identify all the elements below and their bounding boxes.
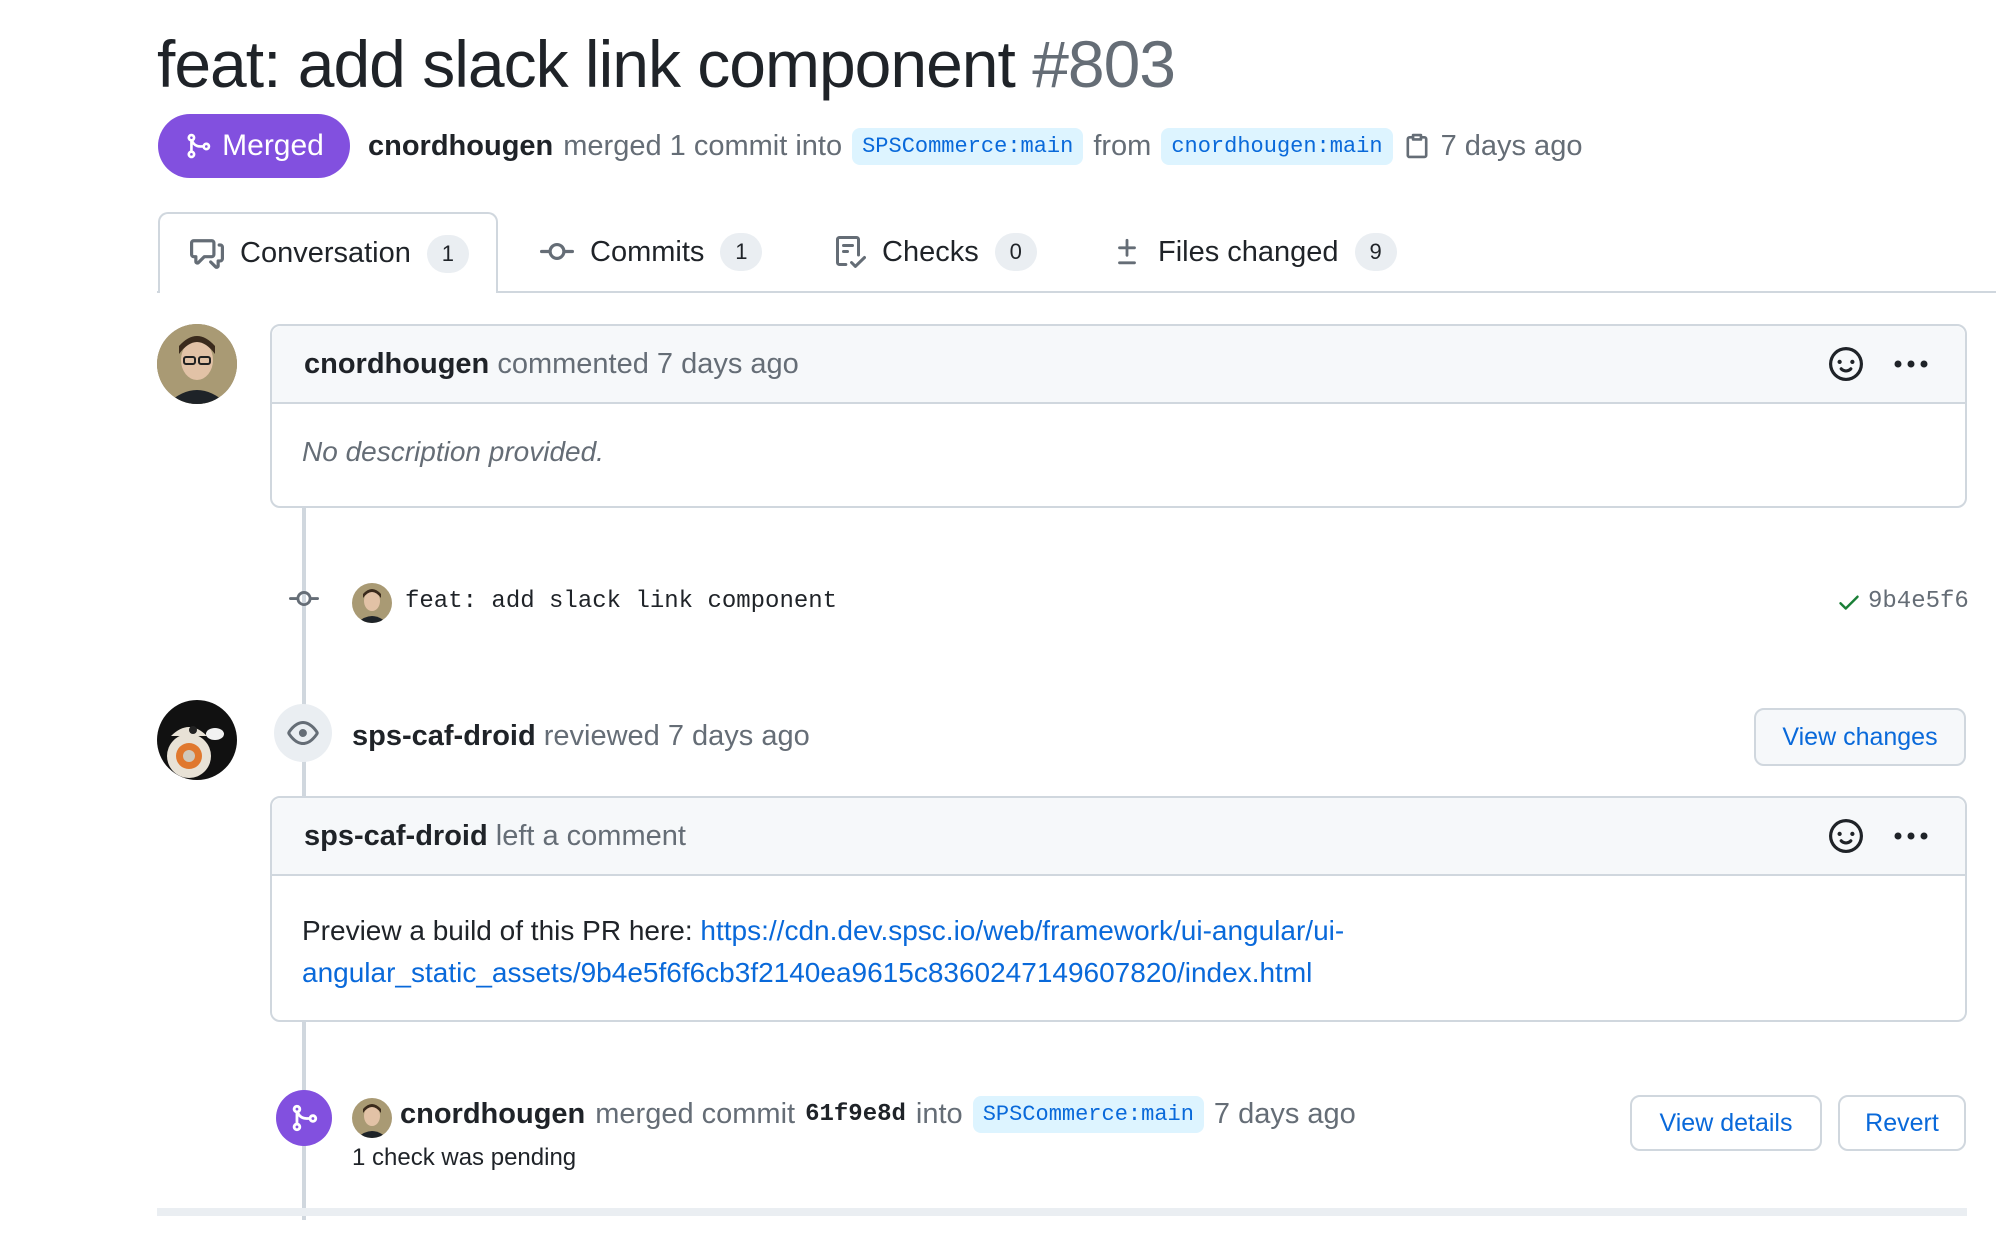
- avatar[interactable]: [352, 583, 392, 623]
- avatar[interactable]: [352, 1098, 392, 1138]
- comment-header-text: cnordhougen commented 7 days ago: [304, 348, 799, 381]
- checks-pending-text[interactable]: 1 check was pending: [352, 1144, 576, 1172]
- from-text: from: [1093, 129, 1152, 162]
- review-summary: sps-caf-droid reviewed 7 days ago: [352, 720, 810, 753]
- tab-commits-count: 1: [720, 233, 763, 271]
- merge-base-branch[interactable]: SPSCommerce:main: [972, 1096, 1204, 1133]
- review-comment-box: sps-caf-droid left a comment Preview a b…: [270, 796, 1967, 1022]
- eye-icon: [287, 721, 319, 745]
- tab-files-changed-label: Files changed: [1158, 235, 1339, 268]
- smiley-icon[interactable]: [1829, 347, 1863, 381]
- kebab-horizontal-icon[interactable]: [1893, 830, 1929, 842]
- merge-summary-line: cnordhougen merged commit 61f9e8d into S…: [400, 1096, 1356, 1133]
- merge-summary: merged 1 commit into: [563, 129, 843, 162]
- merge-author[interactable]: cnordhougen: [400, 1098, 585, 1131]
- base-branch[interactable]: SPSCommerce:main: [852, 127, 1084, 165]
- view-changes-button[interactable]: View changes: [1754, 708, 1966, 766]
- review-author[interactable]: sps-caf-droid: [352, 720, 536, 752]
- merged-state-label: Merged: [222, 129, 324, 162]
- comment-author[interactable]: cnordhougen: [304, 348, 489, 380]
- tab-conversation[interactable]: Conversation 1: [158, 212, 498, 293]
- comment-discussion-icon: [190, 238, 224, 269]
- diff-icon: [1118, 238, 1136, 265]
- comment-box: cnordhougen commented 7 days ago No desc…: [270, 324, 1967, 508]
- review-comment-header: sps-caf-droid left a comment: [272, 798, 1965, 876]
- pr-time: 7 days ago: [1440, 129, 1583, 162]
- pr-author-link[interactable]: cnordhougen: [368, 130, 553, 163]
- avatar[interactable]: [157, 324, 237, 404]
- tab-conversation-label: Conversation: [240, 237, 411, 269]
- tab-checks-label: Checks: [882, 235, 979, 268]
- comment-action: commented 7 days ago: [497, 347, 799, 380]
- merged-state-badge: Merged: [158, 114, 350, 178]
- comment-body: No description provided.: [302, 436, 604, 467]
- checklist-icon: [836, 236, 866, 268]
- copy-icon[interactable]: [1403, 131, 1431, 161]
- git-commit-icon: [289, 591, 319, 607]
- head-branch[interactable]: cnordhougen:main: [1161, 127, 1393, 165]
- view-details-button[interactable]: View details: [1630, 1095, 1822, 1151]
- pr-meta: cnordhougen merged 1 commit into SPSComm…: [368, 120, 1582, 172]
- tab-commits-label: Commits: [590, 235, 705, 268]
- review-comment-author[interactable]: sps-caf-droid: [304, 820, 488, 852]
- tab-checks-count: 0: [994, 233, 1037, 271]
- check-icon[interactable]: [1836, 589, 1862, 615]
- pr-title-text: feat: add slack link component: [157, 27, 1016, 101]
- git-merge-icon: [187, 133, 211, 159]
- merge-action: merged commit: [595, 1098, 796, 1130]
- review-event-badge: [274, 704, 332, 762]
- timeline-end-divider: [157, 1208, 1967, 1216]
- tab-conversation-count: 1: [426, 234, 469, 273]
- smiley-icon[interactable]: [1829, 819, 1863, 853]
- merge-commit-sha[interactable]: 61f9e8d: [805, 1101, 906, 1128]
- review-action: reviewed 7 days ago: [543, 720, 810, 752]
- comment-header: cnordhougen commented 7 days ago: [272, 326, 1965, 404]
- kebab-horizontal-icon[interactable]: [1893, 358, 1929, 370]
- pr-title: feat: add slack link component #803: [157, 24, 1176, 104]
- tab-files-changed-count: 9: [1354, 233, 1397, 271]
- review-comment-prefix: Preview a build of this PR here:: [302, 915, 693, 946]
- merge-time: 7 days ago: [1213, 1098, 1356, 1130]
- revert-button[interactable]: Revert: [1838, 1095, 1966, 1151]
- commit-status: 9b4e5f6: [1836, 588, 1969, 615]
- pr-number: #803: [1032, 27, 1176, 101]
- git-merge-icon: [292, 1104, 318, 1132]
- avatar[interactable]: [157, 700, 237, 780]
- review-comment-header-text: sps-caf-droid left a comment: [304, 820, 686, 853]
- commit-sha[interactable]: 9b4e5f6: [1868, 588, 1969, 615]
- tab-commits[interactable]: Commits 1: [540, 212, 763, 292]
- commit-message[interactable]: feat: add slack link component: [405, 588, 837, 615]
- review-comment-action: left a comment: [495, 819, 686, 852]
- review-comment-body: Preview a build of this PR here: https:/…: [272, 876, 1965, 994]
- git-commit-icon: [540, 242, 574, 260]
- tab-files-changed[interactable]: Files changed 9: [1112, 212, 1397, 292]
- tab-checks[interactable]: Checks 0: [834, 212, 1037, 292]
- merge-into-text: into: [915, 1098, 963, 1130]
- merge-event-badge: [276, 1090, 332, 1146]
